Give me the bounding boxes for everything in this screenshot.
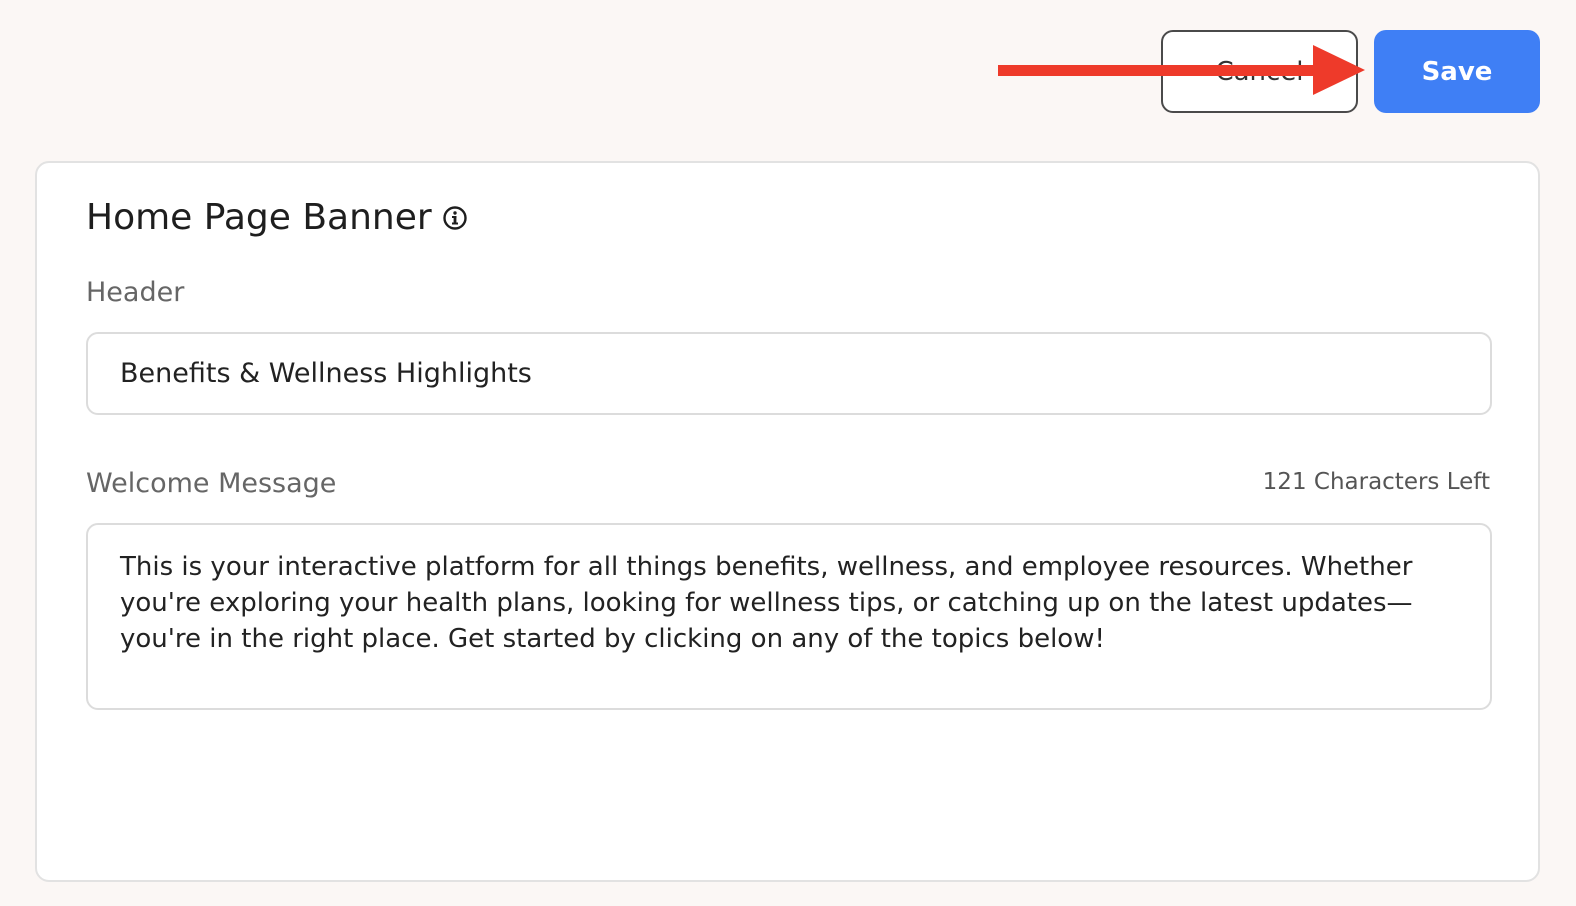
header-field-label: Header bbox=[86, 277, 185, 308]
home-page-banner-card: Home Page Banner Header Benefits & Welln… bbox=[35, 161, 1540, 882]
welcome-message-value: This is your interactive platform for al… bbox=[120, 552, 1413, 654]
save-button-label: Save bbox=[1421, 56, 1493, 87]
card-title-text: Home Page Banner bbox=[86, 197, 432, 238]
info-icon[interactable] bbox=[442, 205, 468, 231]
save-button[interactable]: Save bbox=[1374, 30, 1540, 113]
card-title: Home Page Banner bbox=[86, 197, 468, 238]
page: Cancel Save Home Page Banner Header Bene… bbox=[0, 0, 1576, 906]
header-input-value: Benefits & Wellness Highlights bbox=[120, 358, 532, 389]
cancel-button[interactable]: Cancel bbox=[1161, 30, 1358, 113]
welcome-message-textarea[interactable]: This is your interactive platform for al… bbox=[86, 523, 1492, 710]
characters-left-counter: 121 Characters Left bbox=[1262, 469, 1490, 495]
cancel-button-label: Cancel bbox=[1215, 56, 1304, 87]
welcome-message-label: Welcome Message bbox=[86, 468, 337, 499]
header-input[interactable]: Benefits & Wellness Highlights bbox=[86, 332, 1492, 415]
